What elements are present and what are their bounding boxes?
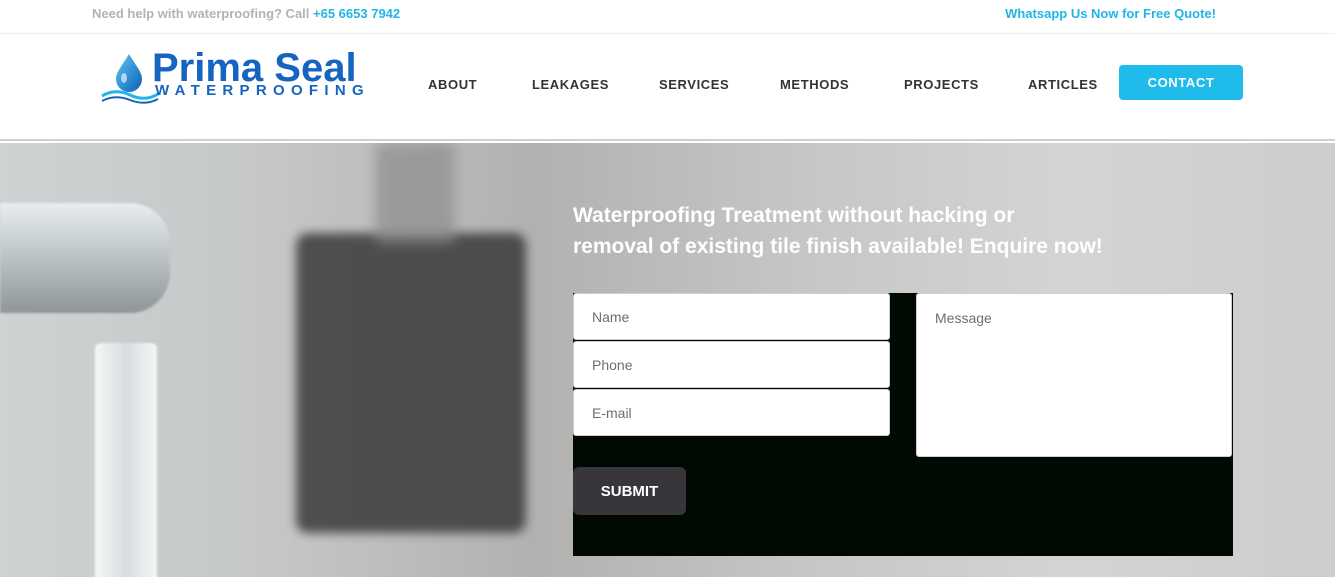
nav-articles[interactable]: ARTICLES [1028, 77, 1098, 92]
top-bar: Need help with waterproofing? Call +65 6… [0, 0, 1335, 34]
site-header: Prima Seal WATERPROOFING ABOUT LEAKAGES … [0, 34, 1335, 141]
hero-headline: Waterproofing Treatment without hacking … [573, 200, 1173, 262]
contact-button[interactable]: CONTACT [1119, 65, 1243, 100]
nav-about[interactable]: ABOUT [428, 77, 477, 92]
nav-methods[interactable]: METHODS [780, 77, 849, 92]
nav-projects[interactable]: PROJECTS [904, 77, 979, 92]
bottle-shape [375, 143, 455, 243]
phone-link[interactable]: +65 6653 7942 [313, 6, 400, 21]
message-textarea[interactable] [916, 293, 1232, 457]
nav-services[interactable]: SERVICES [659, 77, 729, 92]
logo[interactable]: Prima Seal WATERPROOFING [100, 46, 390, 106]
dark-cup-shape [296, 233, 526, 533]
logo-tagline: WATERPROOFING [155, 82, 370, 99]
wave-icon [101, 90, 159, 104]
email-input[interactable] [573, 389, 890, 436]
help-label: Need help with waterproofing? Call [92, 6, 314, 21]
headline-line-2: removal of existing tile finish availabl… [573, 235, 1103, 258]
whatsapp-link[interactable]: Whatsapp Us Now for Free Quote! [1005, 6, 1216, 21]
help-text: Need help with waterproofing? Call +65 6… [92, 6, 400, 21]
name-input[interactable] [573, 293, 890, 340]
water-stream [95, 343, 157, 577]
nav-leakages[interactable]: LEAKAGES [532, 77, 609, 92]
faucet-shape [0, 203, 170, 313]
phone-input[interactable] [573, 341, 890, 388]
headline-line-1: Waterproofing Treatment without hacking … [573, 204, 1015, 227]
submit-button[interactable]: SUBMIT [573, 467, 686, 515]
